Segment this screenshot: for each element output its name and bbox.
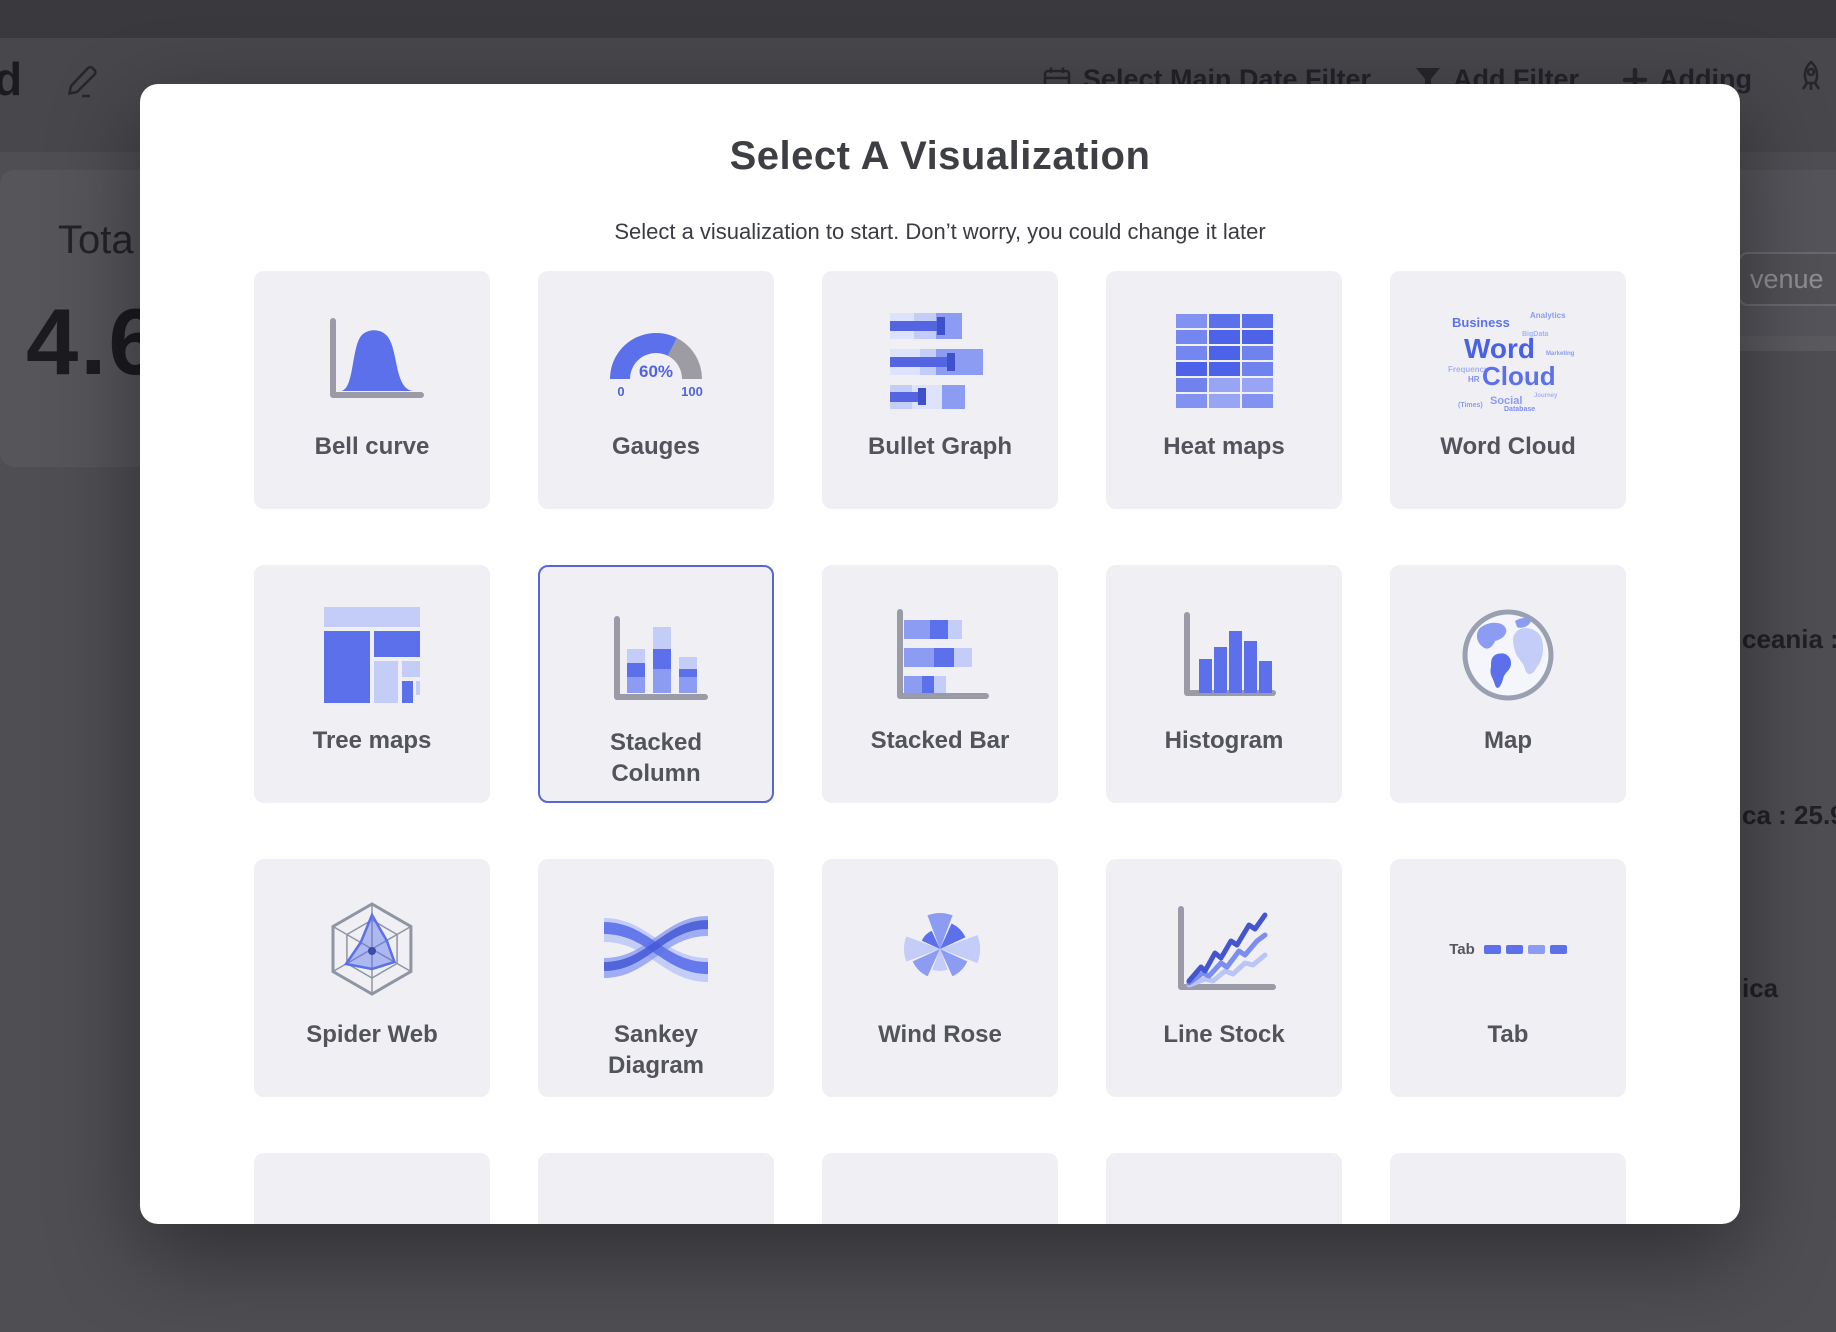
viz-card-stacked-column[interactable]: Stacked Column [538, 565, 774, 803]
viz-card-partial[interactable] [1390, 1153, 1626, 1224]
viz-card-label: Sankey Diagram [579, 1019, 734, 1081]
viz-card-partial[interactable] [254, 1153, 490, 1224]
gauge-icon: 60% 0 100 [601, 305, 711, 417]
viz-card-label: Stacked Column [579, 727, 734, 789]
viz-card-word-cloud[interactable]: Business Analytics BigData Word Marketin… [1390, 271, 1626, 509]
word-cloud-word: Business [1452, 315, 1510, 330]
viz-card-tab[interactable]: Tab Tab [1390, 859, 1626, 1097]
viz-card-partial[interactable] [1106, 1153, 1342, 1224]
revenue-button-label: venue [1750, 264, 1824, 295]
word-cloud-word: Cloud [1482, 361, 1556, 392]
legend-fragment-america: ca : 25.95 [1742, 800, 1836, 831]
viz-card-label: Gauges [612, 431, 700, 462]
viz-card-map[interactable]: Map [1390, 565, 1626, 803]
viz-card-label: Bell curve [315, 431, 430, 462]
screen: d Select Main Date Filter Add Filter [0, 0, 1836, 1332]
svg-text:0: 0 [617, 384, 624, 399]
viz-card-bell-curve[interactable]: Bell curve [254, 271, 490, 509]
dashboard-title-fragment: d [0, 52, 22, 106]
viz-card-spider-web[interactable]: Spider Web [254, 859, 490, 1097]
viz-card-bullet-graph[interactable]: Bullet Graph [822, 271, 1058, 509]
viz-card-label: Stacked Bar [871, 725, 1010, 756]
treemap-icon [324, 599, 420, 711]
viz-card-line-stock[interactable]: Line Stock [1106, 859, 1342, 1097]
viz-card-label: Histogram [1165, 725, 1284, 756]
word-cloud-word: (Times) [1458, 402, 1483, 409]
viz-card-label: Tree maps [313, 725, 432, 756]
viz-card-label: Wind Rose [878, 1019, 1002, 1050]
visualization-picker-dialog: Select A Visualization Select a visualiz… [140, 84, 1740, 1224]
viz-card-gauges[interactable]: 60% 0 100 Gauges [538, 271, 774, 509]
viz-card-partial[interactable] [538, 1153, 774, 1224]
word-cloud-word: Journey [1534, 393, 1557, 399]
svg-text:100: 100 [681, 384, 703, 399]
histogram-icon [1171, 599, 1277, 711]
word-cloud-word: Analytics [1530, 311, 1566, 320]
viz-card-wind-rose[interactable]: Wind Rose [822, 859, 1058, 1097]
heatmap-icon [1174, 305, 1274, 417]
rocket-icon[interactable] [1796, 60, 1826, 99]
dialog-title: Select A Visualization [140, 134, 1740, 179]
viz-card-stacked-bar[interactable]: Stacked Bar [822, 565, 1058, 803]
legend-fragment-africa: ica [1742, 973, 1778, 1004]
svg-text:60%: 60% [639, 362, 673, 381]
viz-card-partial[interactable] [822, 1153, 1058, 1224]
word-cloud-word: HR [1468, 375, 1480, 384]
visualization-grid: Bell curve 60% 0 100 Gauges [254, 271, 1626, 1224]
viz-card-heat-maps[interactable]: Heat maps [1106, 271, 1342, 509]
stacked-bar-icon [890, 599, 990, 711]
viz-card-label: Tab [1488, 1019, 1529, 1050]
revenue-button-fragment[interactable]: venue [1738, 252, 1836, 306]
dialog-subtitle: Select a visualization to start. Don’t w… [140, 219, 1740, 245]
kpi-title-fragment: Tota [58, 218, 134, 263]
viz-card-histogram[interactable]: Histogram [1106, 565, 1342, 803]
top-strip [0, 0, 1836, 38]
sankey-icon [596, 893, 716, 1005]
word-cloud-icon: Business Analytics BigData Word Marketin… [1448, 305, 1568, 417]
tab-icon-text: Tab [1449, 941, 1475, 958]
viz-card-label: Line Stock [1163, 1019, 1284, 1050]
spider-web-icon [317, 893, 427, 1005]
tab-icon: Tab [1449, 893, 1567, 1005]
wind-rose-icon [885, 893, 995, 1005]
viz-card-label: Heat maps [1163, 431, 1284, 462]
viz-card-label: Word Cloud [1440, 431, 1576, 462]
viz-card-sankey-diagram[interactable]: Sankey Diagram [538, 859, 774, 1097]
word-cloud-word: Marketing [1546, 351, 1574, 357]
viz-card-tree-maps[interactable]: Tree maps [254, 565, 490, 803]
viz-card-label: Map [1484, 725, 1532, 756]
word-cloud-word: Database [1504, 406, 1535, 413]
bullet-graph-icon [890, 305, 990, 417]
viz-card-label: Bullet Graph [868, 431, 1012, 462]
legend-fragment-oceania: ceania : 8 [1742, 624, 1836, 655]
viz-card-label: Spider Web [306, 1019, 438, 1050]
bell-curve-icon [317, 305, 427, 417]
line-stock-icon [1169, 893, 1279, 1005]
map-globe-icon [1453, 599, 1563, 711]
stacked-column-icon [601, 601, 711, 713]
edit-pencil-icon[interactable] [64, 58, 104, 105]
